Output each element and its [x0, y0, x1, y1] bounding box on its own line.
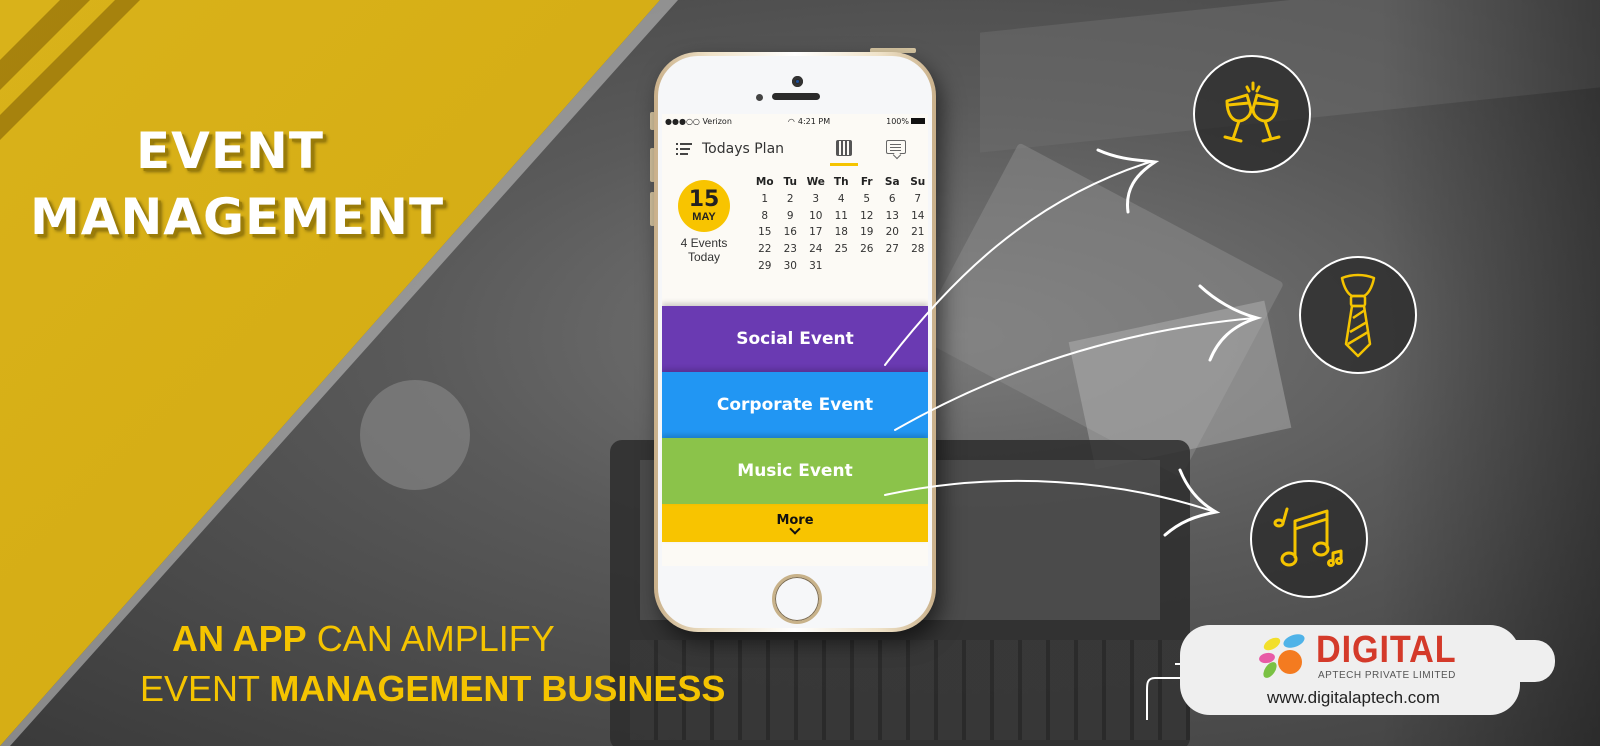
calendar-day[interactable]: 21: [905, 226, 928, 243]
list-menu-icon[interactable]: [676, 143, 692, 155]
app-title: Todays Plan: [702, 141, 785, 157]
weekday-header: Th: [833, 176, 849, 188]
tagline-line-1: AN APP CAN AMPLIFY: [172, 618, 555, 660]
status-bar: ●●●○○ Verizon ◠ 4:21 PM 100%: [662, 114, 928, 128]
calendar-day[interactable]: 31: [803, 260, 829, 277]
more-button[interactable]: More: [662, 504, 928, 542]
tagline-bold: AN APP: [172, 618, 307, 659]
weekday-header: Mo: [755, 176, 774, 188]
brand-name: DIGITAL: [1316, 629, 1457, 671]
brand-subtitle: APTECH PRIVATE LIMITED: [1318, 670, 1456, 681]
app-screen: ●●●○○ Verizon ◠ 4:21 PM 100% Todays Plan …: [662, 114, 928, 566]
calendar-day[interactable]: 20: [880, 226, 906, 243]
month-grid: Mo Tu We Th Fr Sa Su 1 2 3 4 5 6 7 8 9 10 11 12 13 14 15 16 17 1…: [752, 176, 928, 300]
tagline-regular: EVENT: [140, 668, 270, 709]
calendar-day[interactable]: 13: [880, 210, 906, 227]
calendar-day[interactable]: 15: [752, 226, 778, 243]
music-notes-icon: [1250, 480, 1368, 598]
calendar-day[interactable]: 24: [803, 243, 829, 260]
brand-url[interactable]: www.digitalaptech.com: [1267, 688, 1440, 708]
calendar-day[interactable]: 3: [803, 193, 829, 210]
calendar-day[interactable]: 16: [778, 226, 804, 243]
speaker-grille: [772, 93, 820, 100]
calendar-day[interactable]: 25: [829, 243, 855, 260]
calendar-day[interactable]: 12: [854, 210, 880, 227]
today-event-count: 4 Events Today: [669, 236, 739, 264]
app-bar: Todays Plan: [662, 128, 928, 170]
calendar-day[interactable]: 10: [803, 210, 829, 227]
calendar-day[interactable]: 29: [752, 260, 778, 277]
headline-line-1: EVENT: [136, 122, 324, 180]
event-count-line: 4 Events: [680, 236, 728, 250]
calendar-day[interactable]: 9: [778, 210, 804, 227]
event-count-line: Today: [687, 250, 721, 264]
calendar-day[interactable]: 19: [854, 226, 880, 243]
time-label: 4:21 PM: [797, 116, 831, 126]
calendar-day[interactable]: 26: [854, 243, 880, 260]
weekday-header: Sa: [884, 176, 900, 188]
wifi-icon: ◠: [787, 116, 795, 126]
calendar-day[interactable]: 1: [752, 193, 778, 210]
calendar-icon: [836, 140, 852, 156]
calendar-day[interactable]: 14: [905, 210, 928, 227]
calendar-day[interactable]: 11: [829, 210, 855, 227]
carrier-label: ●●●○○ Verizon: [665, 116, 732, 126]
calendar-day[interactable]: 8: [752, 210, 778, 227]
tab-calendar[interactable]: [830, 138, 858, 166]
brand-logo-mark-icon: [1259, 634, 1305, 678]
background-cup: [360, 380, 470, 490]
calendar-day[interactable]: 23: [778, 243, 804, 260]
headline-line-2: MANAGEMENT: [30, 188, 445, 246]
today-day: 15: [688, 187, 720, 212]
calendar-day[interactable]: 7: [905, 193, 928, 210]
weekday-header: We: [806, 176, 825, 188]
tagline-bold: MANAGEMENT BUSINESS: [269, 668, 726, 709]
home-button[interactable]: [772, 574, 822, 624]
music-event-button[interactable]: Music Event: [662, 438, 928, 504]
calendar-day[interactable]: 6: [880, 193, 906, 210]
weekday-header: Su: [910, 176, 926, 188]
today-date-badge: 15 MAY: [678, 180, 730, 232]
calendar-day[interactable]: 17: [803, 226, 829, 243]
weekday-header: Fr: [860, 176, 873, 188]
calendar-section: 15 MAY 4 Events Today Mo Tu We Th Fr Sa Su 1 2 3 4…: [662, 170, 928, 300]
calendar-day[interactable]: 30: [778, 260, 804, 277]
necktie-icon: [1299, 256, 1417, 374]
tagline-regular: CAN AMPLIFY: [306, 618, 555, 659]
corporate-event-button[interactable]: Corporate Event: [662, 372, 928, 438]
battery-icon: [911, 118, 925, 124]
calendar-day[interactable]: 5: [854, 193, 880, 210]
battery-label: 100%: [886, 116, 909, 126]
calendar-day[interactable]: 2: [778, 193, 804, 210]
weekday-header: Tu: [783, 176, 797, 188]
tagline-line-2: EVENT MANAGEMENT BUSINESS: [140, 668, 725, 710]
tab-messages[interactable]: [886, 140, 906, 154]
social-event-button[interactable]: Social Event: [662, 306, 928, 372]
message-icon: [886, 140, 906, 154]
camera-icon: [792, 76, 803, 87]
calendar-day[interactable]: 18: [829, 226, 855, 243]
calendar-day[interactable]: 4: [829, 193, 855, 210]
calendar-day[interactable]: 27: [880, 243, 906, 260]
phone-mockup: ●●●○○ Verizon ◠ 4:21 PM 100% Todays Plan …: [654, 52, 936, 632]
calendar-day[interactable]: 28: [905, 243, 928, 260]
today-month: MAY: [692, 211, 716, 223]
headline: EVENT MANAGEMENT: [30, 118, 445, 250]
cheers-glasses-icon: [1193, 55, 1311, 173]
sensor: [756, 94, 763, 101]
today-summary: 15 MAY 4 Events Today: [674, 176, 734, 300]
brand-card-tab: [1495, 640, 1555, 682]
calendar-day[interactable]: 22: [752, 243, 778, 260]
